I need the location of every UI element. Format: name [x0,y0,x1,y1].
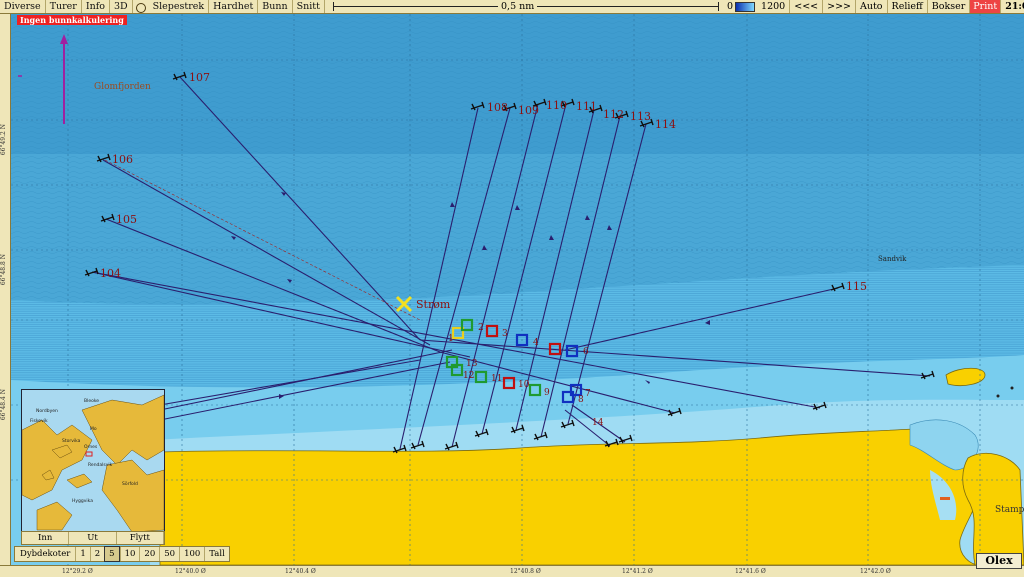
lat-label: 66°48.4 N [0,389,7,421]
move-button[interactable]: Flytt [117,532,164,544]
inset-label: Bleoke [84,398,99,404]
menu-hardhet[interactable]: Hardhet [209,0,259,13]
toolbar-right: 0 1200 <<< >>> Auto Relieff Bokser Print… [727,0,1024,13]
zoom-out-button[interactable]: Ut [69,532,117,544]
lat-label: 66°49.2 N [0,124,7,156]
contour-option[interactable]: 10 [119,547,140,561]
box-label: 7 [585,389,591,399]
clock: 21:04:13 [1005,1,1024,12]
track-label: 110 [546,99,567,112]
box-label: 8 [578,395,584,405]
track-label: 108 [487,101,508,114]
relief-button[interactable]: Relieff [888,0,928,13]
overview-controls: Inn Ut Flytt [21,531,165,545]
track-label: 107 [189,71,210,84]
box-label: 6 [583,347,589,357]
menu-snitt[interactable]: Snitt [293,0,325,13]
contour-option[interactable]: Tall [204,547,229,561]
menu-diverse[interactable]: Diverse [0,0,46,13]
warning-banner: Ingen bunnkalkulering [17,15,127,25]
forward-button[interactable]: >>> [823,0,857,13]
inset-label: Hyggvika [72,498,93,504]
scale-bar: 0,5 nm [333,0,719,13]
box-label: 3 [502,329,508,339]
lon-label: 12°40.8 Ø [510,568,541,575]
place-sandvik: Sandvik [878,255,907,263]
track-label: 111 [576,100,597,113]
contour-option-selected[interactable]: 5 [104,546,120,562]
contour-option[interactable]: 50 [159,547,179,561]
back-button[interactable]: <<< [790,0,824,13]
track-label: 112 [603,108,624,121]
inset-label: Rendalsvik [88,462,113,468]
box-label: 4 [533,338,539,348]
menu-slepestrek[interactable]: Slepestrek [149,0,210,13]
boxes-button[interactable]: Bokser [928,0,971,13]
latitude-ruler: 66°49.2 N 66°48.8 N 66°48.4 N [0,14,11,565]
depth-min: 0 [727,1,734,12]
contour-option[interactable]: 20 [139,547,159,561]
depth-contour-label: Dybdekoter [20,549,71,559]
box-label: 9 [544,388,550,398]
depth-gradient[interactable] [735,1,756,12]
box-label: 13 [466,359,478,369]
box-label: 14 [592,418,604,428]
track-label: 104 [100,267,121,280]
track-label: 113 [630,110,651,123]
track-label: 109 [518,104,539,117]
lon-label: 12°40.4 Ø [285,568,316,575]
current-label: Strøm [416,298,451,311]
track-label: 115 [846,280,867,293]
lat-label: 66°48.8 N [0,254,7,286]
track-label: 105 [116,213,137,226]
menu-info[interactable]: Info [82,0,110,13]
contour-option[interactable]: 100 [179,547,204,561]
box-label: 1 [448,334,454,344]
box-label: 10 [518,380,530,390]
inset-label: Fiskevik [30,418,48,424]
depth-max[interactable]: 1200 [757,0,791,13]
depth-contour-selector: Dybdekoter 1 2 5 10 20 50 100 Tall [14,546,230,562]
box-label: 11 [491,374,502,384]
lon-label: 12°42.0 Ø [860,568,891,575]
box-label: 12 [463,371,474,381]
box-label: 2 [478,323,484,333]
lon-label: 12°40.0 Ø [175,568,206,575]
longitude-ruler: 12°29.2 Ø 12°40.0 Ø 12°40.4 Ø 12°40.8 Ø … [0,565,1024,577]
menu-bunn[interactable]: Bunn [258,0,293,13]
zoom-in-button[interactable]: Inn [22,532,70,544]
inset-label: Mo [90,426,97,432]
lon-label: 12°41.6 Ø [735,568,766,575]
target-icon[interactable] [135,2,146,13]
track-label: 114 [655,118,676,131]
overview-map[interactable]: Bleoke Nordbyen Fiskevik Mo Storvika Orn… [21,389,165,533]
contour-option[interactable]: 1 [75,547,89,561]
inset-label: Storvika [62,438,81,444]
scale-label: 0,5 nm [498,0,538,13]
lon-label: 12°29.2 Ø [62,568,93,575]
brand-logo: Olex [976,553,1022,569]
menu-turer[interactable]: Turer [46,0,82,13]
inset-label: Ornes [84,444,98,450]
place-stamp: Stamp [995,505,1024,515]
place-glomfjorden: Glomfjorden [94,82,151,92]
contour-option[interactable]: 2 [89,547,104,561]
track-label: 106 [112,153,133,166]
lon-label: 12°41.2 Ø [622,568,653,575]
menu-3d[interactable]: 3D [110,0,133,13]
inset-label: Sörfold [122,481,138,487]
auto-button[interactable]: Auto [856,0,888,13]
print-button[interactable]: Print [970,0,1002,13]
inset-label: Nordbyen [36,408,58,414]
